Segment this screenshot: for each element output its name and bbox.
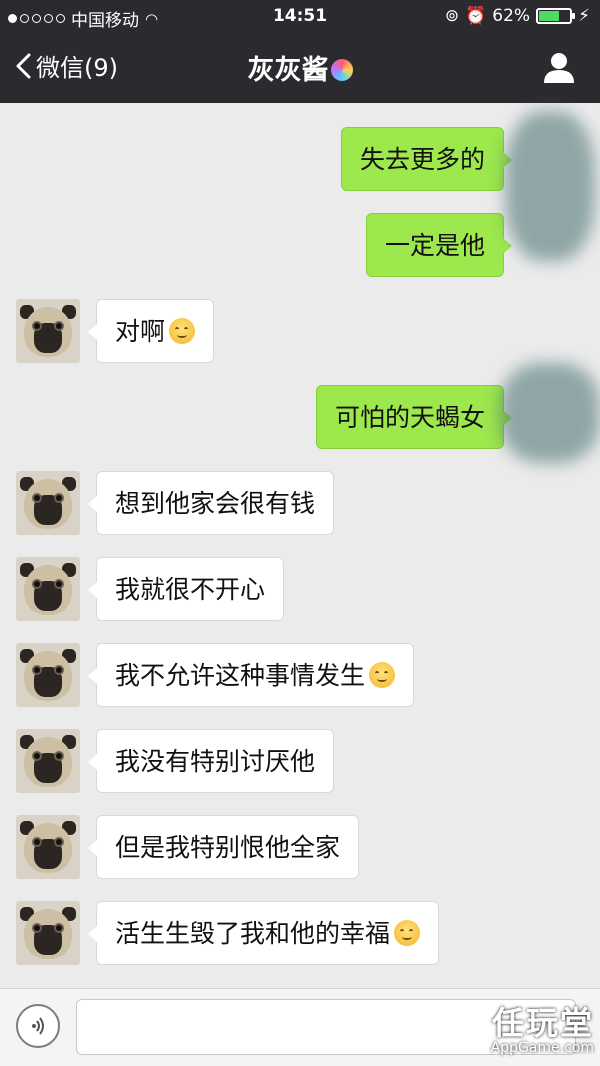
message-bubble[interactable]: 一定是他: [365, 213, 513, 277]
message-outgoing[interactable]: 失去更多的: [340, 127, 513, 191]
voice-icon: [32, 1017, 44, 1035]
voice-button[interactable]: [16, 1004, 60, 1048]
message-bubble[interactable]: 失去更多的: [340, 127, 513, 191]
status-bar: 中国移动 ◠ 14:51 ⊚ ⏰ 62% ⚡: [0, 0, 600, 34]
smile-emoji-icon: [169, 318, 196, 344]
avatar[interactable]: [16, 901, 80, 965]
top-bar: 中国移动 ◠ 14:51 ⊚ ⏰ 62% ⚡ 微信(9) 灰灰酱: [0, 0, 600, 103]
message-bubble[interactable]: 我不允许这种事情发生: [87, 643, 415, 707]
avatar[interactable]: [16, 729, 80, 793]
message-incoming[interactable]: 活生生毁了我和他的幸福: [16, 901, 440, 965]
avatar[interactable]: [16, 557, 80, 621]
message-bubble[interactable]: 活生生毁了我和他的幸福: [87, 901, 440, 965]
message-bubble[interactable]: 我没有特别讨厌他: [87, 729, 335, 793]
battery-percent: 62%: [492, 6, 531, 26]
watermark: 任玩堂 AppGame.com: [446, 998, 594, 1056]
avatar[interactable]: [16, 815, 80, 879]
smile-emoji-icon: [369, 662, 396, 688]
alarm-icon: ⏰: [465, 6, 487, 26]
avatar[interactable]: [16, 643, 80, 707]
redaction-smudge: [500, 363, 600, 463]
message-bubble[interactable]: 我就很不开心: [87, 557, 285, 621]
profile-button[interactable]: [542, 50, 576, 84]
battery-icon: [536, 8, 576, 24]
message-outgoing[interactable]: 可怕的天蝎女: [315, 385, 513, 449]
chat-area[interactable]: 失去更多的 一定是他 对啊 可怕的天蝎女 想到他家会很有钱 我就很不开心 我不允…: [0, 103, 600, 988]
message-bubble[interactable]: 但是我特别恨他全家: [87, 815, 360, 879]
chat-title: 灰灰酱: [0, 48, 600, 87]
smile-emoji-icon: [394, 920, 421, 946]
watermark-logo-icon: [446, 1000, 483, 1045]
message-incoming[interactable]: 但是我特别恨他全家: [16, 815, 360, 879]
message-incoming[interactable]: 对啊: [16, 299, 215, 363]
charging-icon: ⚡: [578, 6, 590, 26]
message-bubble[interactable]: 想到他家会很有钱: [87, 471, 335, 535]
message-bubble[interactable]: 可怕的天蝎女: [315, 385, 513, 449]
lollipop-icon: [330, 58, 353, 81]
nav-bar: 微信(9) 灰灰酱: [0, 40, 600, 96]
avatar[interactable]: [16, 471, 80, 535]
avatar[interactable]: [16, 299, 80, 363]
rotation-lock-icon: ⊚: [444, 6, 460, 26]
redaction-smudge: [505, 111, 595, 261]
message-outgoing[interactable]: 一定是他: [365, 213, 513, 277]
message-incoming[interactable]: 我就很不开心: [16, 557, 285, 621]
message-incoming[interactable]: 我不允许这种事情发生: [16, 643, 415, 707]
message-incoming[interactable]: 想到他家会很有钱: [16, 471, 335, 535]
message-bubble[interactable]: 对啊: [87, 299, 215, 363]
message-incoming[interactable]: 我没有特别讨厌他: [16, 729, 335, 793]
